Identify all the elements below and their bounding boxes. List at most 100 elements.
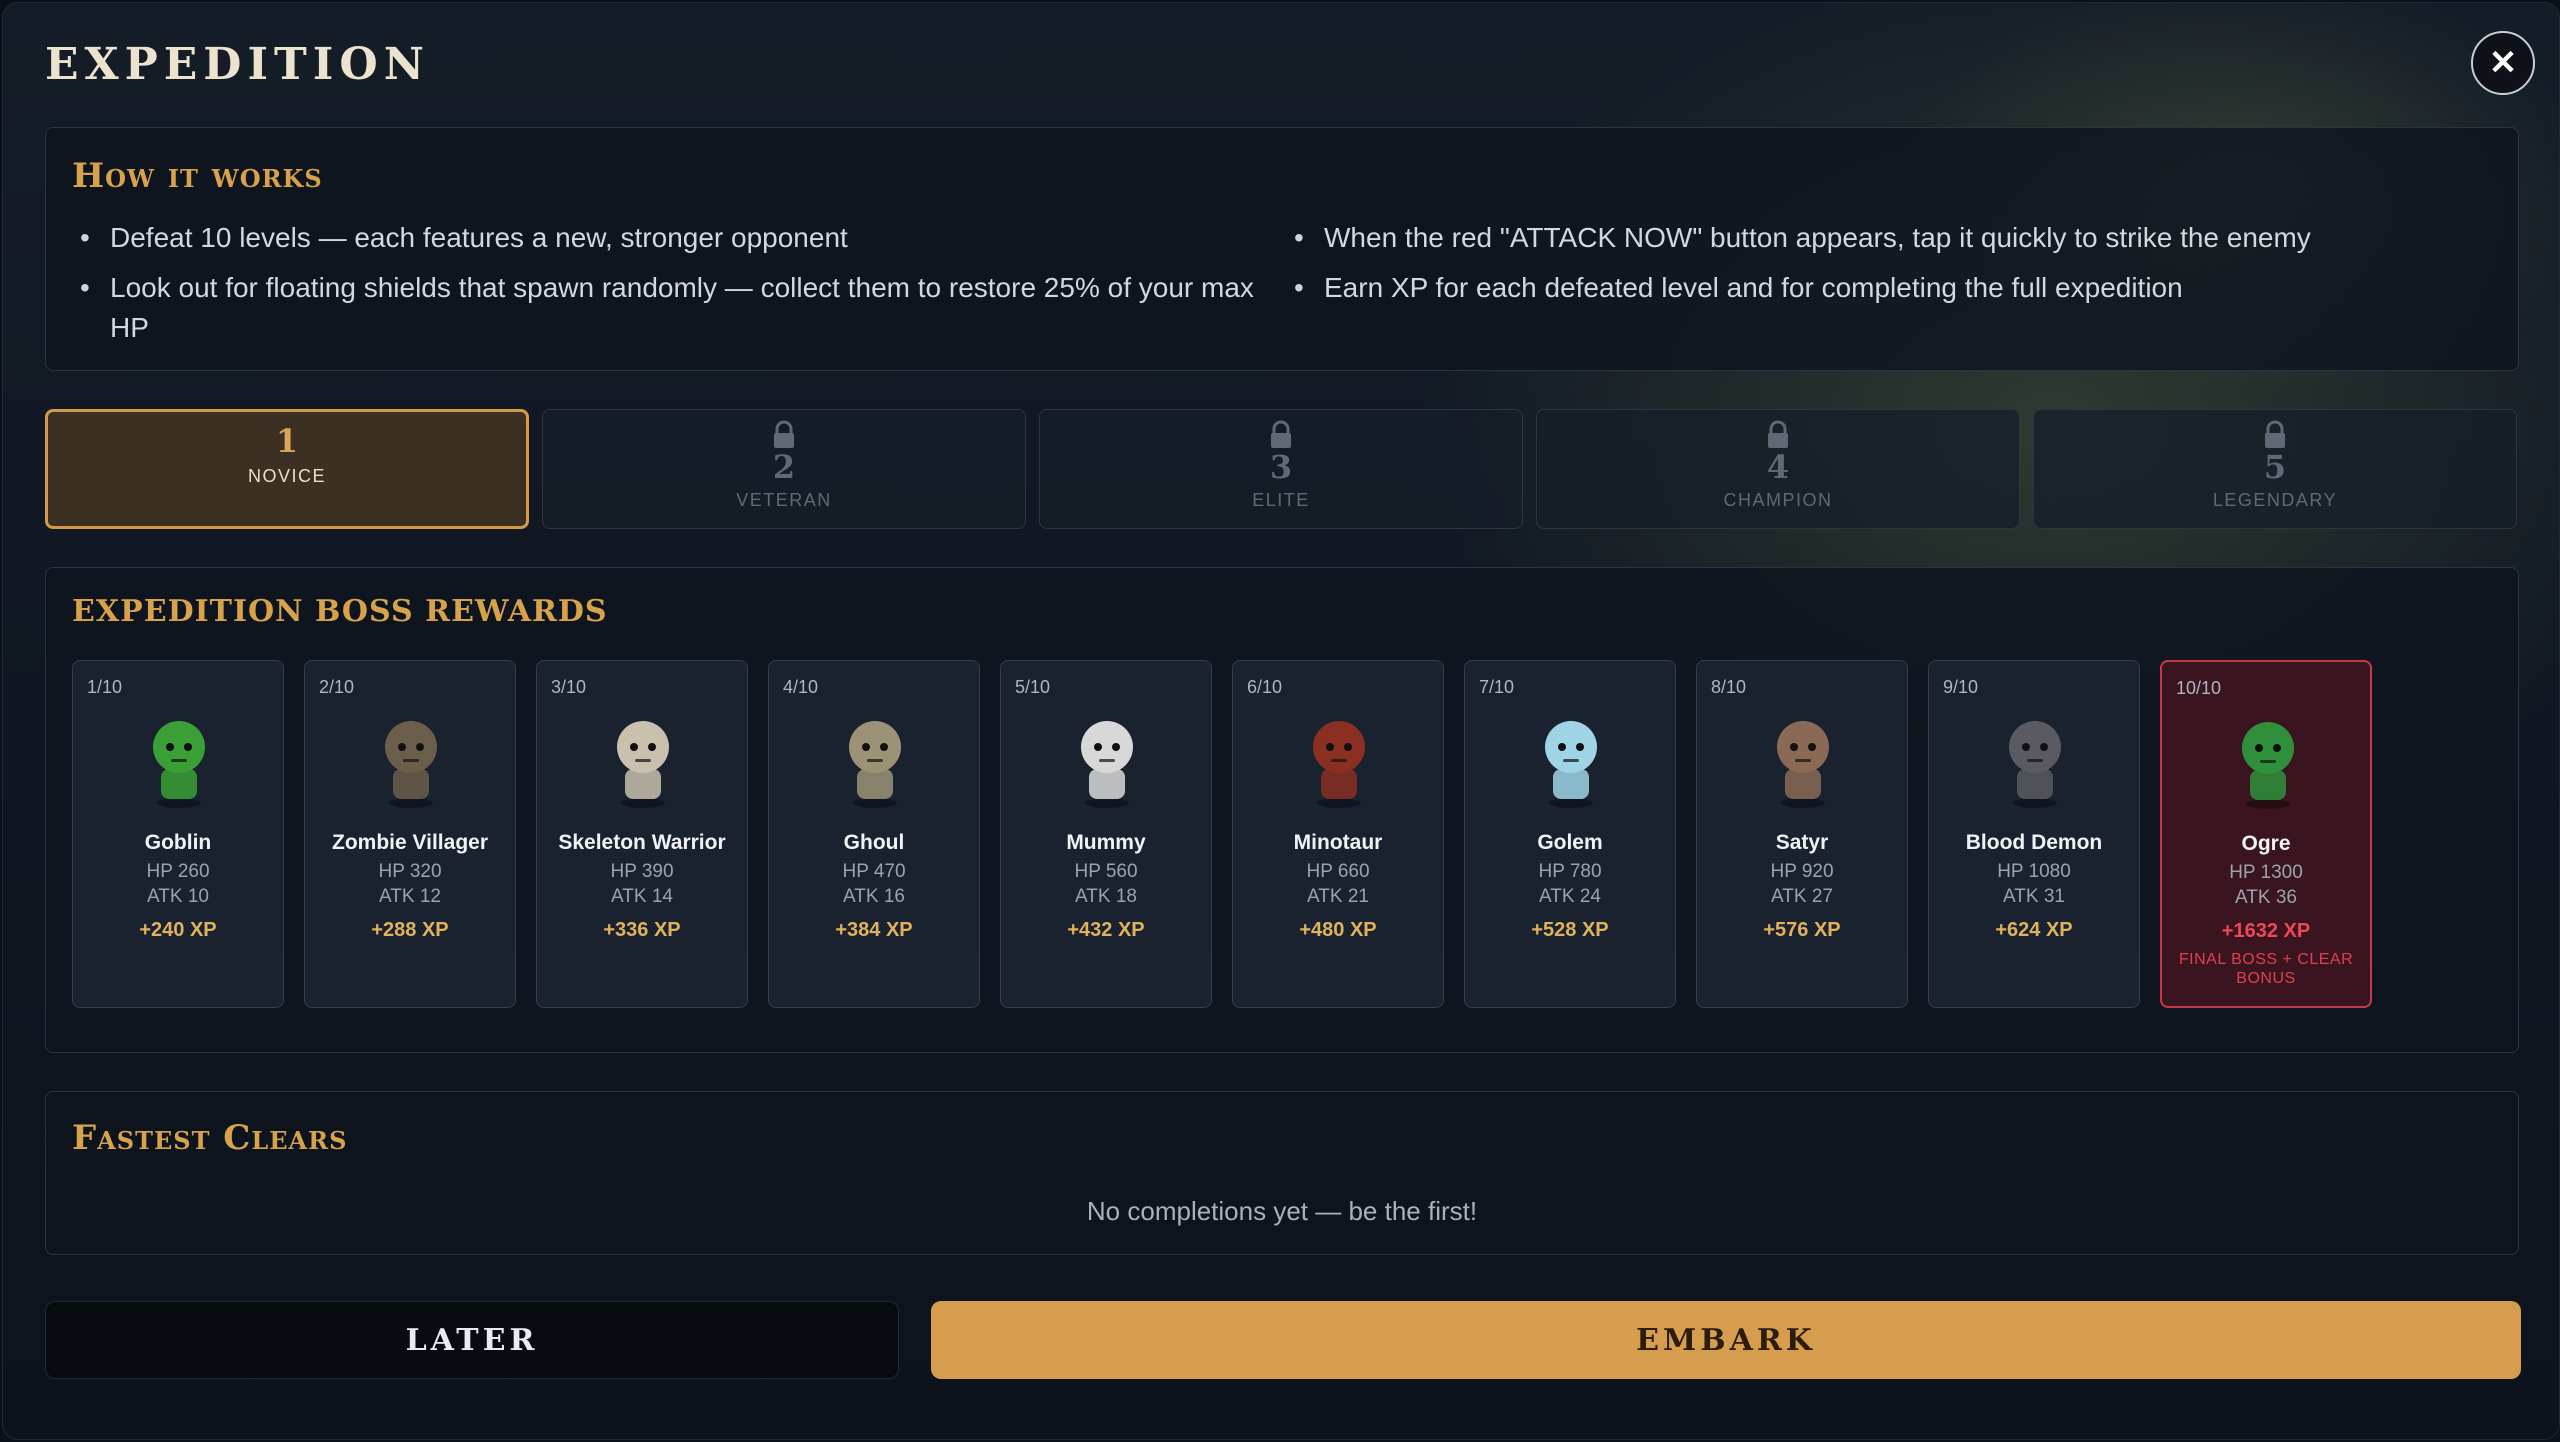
boss-atk: ATK 16	[843, 886, 905, 907]
later-button[interactable]: LATER	[45, 1301, 899, 1379]
boss-card: 2/10 Zombie Villager HP 320 ATK 12 +288 XP	[304, 660, 516, 1008]
tier-number: 2	[772, 448, 796, 486]
rule-item: Defeat 10 levels — each features a new, …	[80, 218, 1290, 258]
boss-sprite-icon	[153, 721, 205, 808]
boss-name: Minotaur	[1293, 831, 1383, 854]
boss-card: 5/10 Mummy HP 560 ATK 18 +432 XP	[1000, 660, 1212, 1008]
boss-level-index: 1/10	[87, 677, 123, 697]
boss-level-index: 9/10	[1943, 677, 1979, 697]
boss-hp: HP 660	[1306, 861, 1370, 882]
boss-card: 8/10 Satyr HP 920 ATK 27 +576 XP	[1696, 660, 1908, 1008]
boss-xp-reward: +432 XP	[1067, 919, 1145, 941]
tier-name: ELITE	[1252, 490, 1310, 510]
boss-xp-reward: +240 XP	[139, 919, 217, 941]
boss-hp: HP 780	[1538, 861, 1602, 882]
how-it-works-right-list: When the red "ATTACK NOW" button appears…	[1292, 218, 2504, 318]
rule-item: When the red "ATTACK NOW" button appears…	[1294, 218, 2504, 258]
boss-sprite-icon	[2242, 722, 2294, 809]
how-it-works-panel: How it works Defeat 10 levels — each fea…	[45, 127, 2519, 371]
embark-button[interactable]: EMBARK	[931, 1301, 2521, 1379]
boss-card: 4/10 Ghoul HP 470 ATK 16 +384 XP	[768, 660, 980, 1008]
boss-card: 6/10 Minotaur HP 660 ATK 21 +480 XP	[1232, 660, 1444, 1008]
expedition-modal: EXPEDITION ✕ How it works Defeat 10 leve…	[2, 2, 2560, 1440]
boss-hp: HP 560	[1074, 861, 1138, 882]
boss-xp-reward: +480 XP	[1299, 919, 1377, 941]
boss-card: 7/10 Golem HP 780 ATK 24 +528 XP	[1464, 660, 1676, 1008]
boss-atk: ATK 24	[1539, 886, 1601, 907]
tier-champion[interactable]: 4 CHAMPION	[1536, 409, 2020, 529]
boss-name: Ogre	[2241, 832, 2291, 855]
lock-icon	[774, 420, 794, 448]
boss-sprite-icon	[1777, 721, 1829, 808]
boss-name: Mummy	[1066, 831, 1146, 854]
boss-xp-reward: +288 XP	[371, 919, 449, 941]
boss-sprite-icon	[385, 721, 437, 808]
boss-atk: ATK 36	[2235, 887, 2297, 908]
boss-hp: HP 260	[146, 861, 210, 882]
boss-xp-reward: +336 XP	[603, 919, 681, 941]
boss-xp-reward: +624 XP	[1995, 919, 2073, 941]
boss-sprite-icon	[617, 721, 669, 808]
tier-name: CHAMPION	[1723, 490, 1833, 510]
tier-novice[interactable]: 1 NOVICE	[45, 409, 529, 529]
fastest-clears-panel: Fastest Clears No completions yet — be t…	[45, 1091, 2519, 1255]
lock-icon	[2265, 420, 2285, 448]
boss-level-index: 6/10	[1247, 677, 1283, 697]
boss-card: 9/10 Blood Demon HP 1080 ATK 31 +624 XP	[1928, 660, 2140, 1008]
boss-atk: ATK 10	[147, 886, 209, 907]
boss-hp: HP 320	[378, 861, 442, 882]
boss-rewards-title: Expedition Boss Rewards	[72, 594, 608, 629]
boss-level-index: 7/10	[1479, 677, 1515, 697]
boss-card: 3/10 Skeleton Warrior HP 390 ATK 14 +336 XP	[536, 660, 748, 1008]
boss-hp: HP 920	[1770, 861, 1834, 882]
boss-level-index: 10/10	[2176, 678, 2222, 698]
lock-icon	[1768, 420, 1788, 448]
close-icon: ✕	[2488, 44, 2518, 82]
tier-name: VETERAN	[736, 490, 832, 510]
boss-hp: HP 1080	[1997, 861, 2071, 882]
boss-sprite-icon	[849, 721, 901, 808]
boss-hp: HP 1300	[2229, 862, 2303, 883]
boss-name: Golem	[1537, 831, 1603, 854]
boss-atk: ATK 31	[2003, 886, 2065, 907]
boss-atk: ATK 14	[611, 886, 673, 907]
boss-atk: ATK 12	[379, 886, 441, 907]
tier-elite[interactable]: 3 ELITE	[1039, 409, 1523, 529]
boss-name: Goblin	[144, 831, 212, 854]
boss-xp-reward: +1632 XP	[2221, 920, 2311, 942]
boss-atk: ATK 27	[1771, 886, 1833, 907]
boss-name: Zombie Villager	[332, 831, 488, 854]
boss-xp-reward: +528 XP	[1531, 919, 1609, 941]
boss-sprite-icon	[2009, 721, 2061, 808]
boss-level-index: 2/10	[319, 677, 355, 697]
boss-sprite-icon	[1313, 721, 1365, 808]
boss-hp: HP 390	[610, 861, 674, 882]
close-button[interactable]: ✕	[2471, 31, 2535, 95]
boss-name: Blood Demon	[1965, 831, 2103, 854]
boss-card: 10/10 Ogre HP 1300 ATK 36 +1632 XP FINAL BOSS…	[2160, 660, 2372, 1008]
tier-number: 4	[1766, 448, 1790, 486]
boss-xp-reward: +576 XP	[1763, 919, 1841, 941]
fastest-clears-title: Fastest Clears	[72, 1118, 348, 1158]
boss-xp-reward: +384 XP	[835, 919, 913, 941]
tier-name: NOVICE	[247, 466, 326, 486]
final-boss-note: FINAL BOSS + CLEAR BONUS	[2178, 951, 2354, 987]
boss-atk: ATK 21	[1307, 886, 1369, 907]
difficulty-tier-selector: 1 NOVICE 2 VETERAN 3 ELITE 4 CHAMPION 5 …	[45, 409, 2519, 529]
tier-legendary[interactable]: 5 LEGENDARY	[2033, 409, 2517, 529]
boss-level-index: 4/10	[783, 677, 819, 697]
how-it-works-title: How it works	[72, 156, 323, 196]
boss-rewards-panel: Expedition Boss Rewards 1/10 Goblin HP 260…	[45, 567, 2519, 1053]
lock-icon	[1271, 420, 1291, 448]
tier-veteran[interactable]: 2 VETERAN	[542, 409, 1026, 529]
boss-name: Skeleton Warrior	[558, 831, 726, 854]
boss-hp: HP 470	[842, 861, 906, 882]
boss-level-index: 5/10	[1015, 677, 1051, 697]
tier-number: 1	[275, 422, 299, 460]
boss-level-index: 8/10	[1711, 677, 1747, 697]
rule-item: Earn XP for each defeated level and for …	[1294, 268, 2504, 308]
boss-sprite-icon	[1545, 721, 1597, 808]
tier-number: 3	[1269, 448, 1293, 486]
boss-name: Ghoul	[843, 831, 905, 854]
tier-number: 5	[2263, 448, 2287, 486]
